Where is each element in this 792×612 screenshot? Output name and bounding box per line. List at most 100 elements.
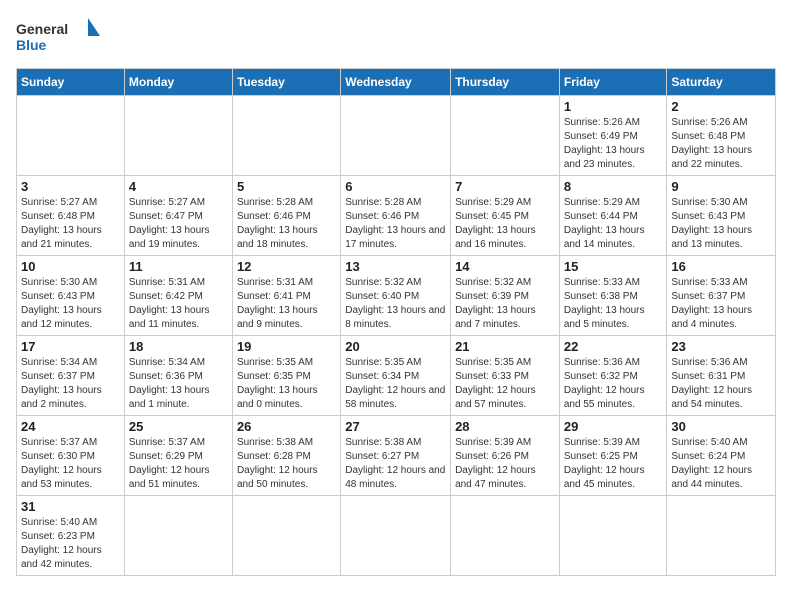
calendar-cell: 21 Sunrise: 5:35 AM Sunset: 6:33 PM Dayli… (451, 336, 560, 416)
calendar-cell: 20 Sunrise: 5:35 AM Sunset: 6:34 PM Dayli… (341, 336, 451, 416)
day-info: Sunrise: 5:36 AM Sunset: 6:31 PM Dayligh… (671, 356, 771, 412)
calendar-cell: 1 Sunrise: 5:26 AM Sunset: 6:49 PM Daylig… (559, 96, 667, 176)
calendar-cell: 24 Sunrise: 5:37 AM Sunset: 6:30 PM Dayli… (17, 416, 125, 496)
day-number: 6 (345, 179, 446, 194)
day-info: Sunrise: 5:36 AM Sunset: 6:32 PM Dayligh… (564, 356, 663, 412)
day-info: Sunrise: 5:32 AM Sunset: 6:39 PM Dayligh… (455, 276, 555, 332)
calendar-cell: 28 Sunrise: 5:39 AM Sunset: 6:26 PM Dayli… (451, 416, 560, 496)
day-number: 28 (455, 419, 555, 434)
calendar-cell: 18 Sunrise: 5:34 AM Sunset: 6:36 PM Dayli… (124, 336, 232, 416)
day-info: Sunrise: 5:30 AM Sunset: 6:43 PM Dayligh… (671, 196, 771, 252)
day-number: 23 (671, 339, 771, 354)
day-info: Sunrise: 5:32 AM Sunset: 6:40 PM Dayligh… (345, 276, 446, 332)
logo: General Blue (16, 16, 106, 56)
calendar-cell: 15Sunrise: 5:33 AM Sunset: 6:38 PM Dayli… (559, 256, 667, 336)
day-number: 11 (129, 259, 228, 274)
day-number: 1 (564, 99, 663, 114)
svg-text:General: General (16, 21, 68, 37)
day-number: 30 (671, 419, 771, 434)
calendar-cell (341, 496, 451, 576)
calendar-cell (124, 96, 232, 176)
calendar-cell: 12Sunrise: 5:31 AM Sunset: 6:41 PM Dayli… (232, 256, 340, 336)
day-number: 25 (129, 419, 228, 434)
calendar-cell: 22 Sunrise: 5:36 AM Sunset: 6:32 PM Dayli… (559, 336, 667, 416)
day-number: 19 (237, 339, 336, 354)
day-info: Sunrise: 5:31 AM Sunset: 6:41 PM Dayligh… (237, 276, 336, 332)
day-number: 5 (237, 179, 336, 194)
calendar-cell: 8 Sunrise: 5:29 AM Sunset: 6:44 PM Daylig… (559, 176, 667, 256)
day-info: Sunrise: 5:40 AM Sunset: 6:23 PM Dayligh… (21, 516, 120, 572)
calendar-cell (667, 496, 776, 576)
calendar-cell (451, 96, 560, 176)
day-info: Sunrise: 5:29 AM Sunset: 6:44 PM Dayligh… (564, 196, 663, 252)
day-info: Sunrise: 5:26 AM Sunset: 6:49 PM Dayligh… (564, 116, 663, 172)
logo-svg: General Blue (16, 16, 106, 56)
calendar-cell: 19 Sunrise: 5:35 AM Sunset: 6:35 PM Dayli… (232, 336, 340, 416)
day-number: 10 (21, 259, 120, 274)
calendar-cell (17, 96, 125, 176)
day-info: Sunrise: 5:34 AM Sunset: 6:37 PM Dayligh… (21, 356, 120, 412)
day-number: 27 (345, 419, 446, 434)
calendar-cell: 11 Sunrise: 5:31 AM Sunset: 6:42 PM Dayli… (124, 256, 232, 336)
calendar-cell (341, 96, 451, 176)
calendar-cell (232, 96, 340, 176)
day-info: Sunrise: 5:37 AM Sunset: 6:30 PM Dayligh… (21, 436, 120, 492)
calendar-cell: 25 Sunrise: 5:37 AM Sunset: 6:29 PM Dayli… (124, 416, 232, 496)
day-number: 26 (237, 419, 336, 434)
day-info: Sunrise: 5:28 AM Sunset: 6:46 PM Dayligh… (345, 196, 446, 252)
calendar-cell: 14Sunrise: 5:32 AM Sunset: 6:39 PM Dayli… (451, 256, 560, 336)
day-number: 4 (129, 179, 228, 194)
day-number: 13 (345, 259, 446, 274)
calendar-cell: 23 Sunrise: 5:36 AM Sunset: 6:31 PM Dayli… (667, 336, 776, 416)
day-info: Sunrise: 5:38 AM Sunset: 6:27 PM Dayligh… (345, 436, 446, 492)
day-number: 15 (564, 259, 663, 274)
day-info: Sunrise: 5:38 AM Sunset: 6:28 PM Dayligh… (237, 436, 336, 492)
day-number: 20 (345, 339, 446, 354)
day-info: Sunrise: 5:30 AM Sunset: 6:43 PM Dayligh… (21, 276, 120, 332)
day-number: 24 (21, 419, 120, 434)
day-info: Sunrise: 5:26 AM Sunset: 6:48 PM Dayligh… (671, 116, 771, 172)
day-number: 17 (21, 339, 120, 354)
calendar-cell: 2 Sunrise: 5:26 AM Sunset: 6:48 PM Daylig… (667, 96, 776, 176)
calendar-cell: 7Sunrise: 5:29 AM Sunset: 6:45 PM Daylig… (451, 176, 560, 256)
col-header-sunday: Sunday (17, 69, 125, 96)
day-info: Sunrise: 5:28 AM Sunset: 6:46 PM Dayligh… (237, 196, 336, 252)
day-number: 9 (671, 179, 771, 194)
svg-text:Blue: Blue (16, 37, 47, 53)
day-number: 21 (455, 339, 555, 354)
calendar-cell (451, 496, 560, 576)
calendar-cell: 26 Sunrise: 5:38 AM Sunset: 6:28 PM Dayli… (232, 416, 340, 496)
day-number: 22 (564, 339, 663, 354)
day-info: Sunrise: 5:27 AM Sunset: 6:48 PM Dayligh… (21, 196, 120, 252)
calendar-cell (124, 496, 232, 576)
col-header-friday: Friday (559, 69, 667, 96)
day-info: Sunrise: 5:33 AM Sunset: 6:37 PM Dayligh… (671, 276, 771, 332)
col-header-wednesday: Wednesday (341, 69, 451, 96)
day-info: Sunrise: 5:37 AM Sunset: 6:29 PM Dayligh… (129, 436, 228, 492)
day-number: 18 (129, 339, 228, 354)
day-info: Sunrise: 5:35 AM Sunset: 6:35 PM Dayligh… (237, 356, 336, 412)
day-number: 2 (671, 99, 771, 114)
col-header-monday: Monday (124, 69, 232, 96)
day-info: Sunrise: 5:39 AM Sunset: 6:26 PM Dayligh… (455, 436, 555, 492)
calendar-cell: 30Sunrise: 5:40 AM Sunset: 6:24 PM Dayli… (667, 416, 776, 496)
col-header-tuesday: Tuesday (232, 69, 340, 96)
calendar-cell: 29Sunrise: 5:39 AM Sunset: 6:25 PM Dayli… (559, 416, 667, 496)
day-info: Sunrise: 5:35 AM Sunset: 6:33 PM Dayligh… (455, 356, 555, 412)
calendar-table: SundayMondayTuesdayWednesdayThursdayFrid… (16, 68, 776, 576)
calendar-cell: 3 Sunrise: 5:27 AM Sunset: 6:48 PM Daylig… (17, 176, 125, 256)
calendar-cell: 13 Sunrise: 5:32 AM Sunset: 6:40 PM Dayli… (341, 256, 451, 336)
calendar-cell: 31Sunrise: 5:40 AM Sunset: 6:23 PM Dayli… (17, 496, 125, 576)
col-header-saturday: Saturday (667, 69, 776, 96)
calendar-cell (232, 496, 340, 576)
day-info: Sunrise: 5:34 AM Sunset: 6:36 PM Dayligh… (129, 356, 228, 412)
calendar-cell: 9 Sunrise: 5:30 AM Sunset: 6:43 PM Daylig… (667, 176, 776, 256)
calendar-cell: 6 Sunrise: 5:28 AM Sunset: 6:46 PM Daylig… (341, 176, 451, 256)
day-number: 8 (564, 179, 663, 194)
day-info: Sunrise: 5:35 AM Sunset: 6:34 PM Dayligh… (345, 356, 446, 412)
calendar-cell (559, 496, 667, 576)
day-info: Sunrise: 5:31 AM Sunset: 6:42 PM Dayligh… (129, 276, 228, 332)
calendar-cell: 27 Sunrise: 5:38 AM Sunset: 6:27 PM Dayli… (341, 416, 451, 496)
day-info: Sunrise: 5:29 AM Sunset: 6:45 PM Dayligh… (455, 196, 555, 252)
day-number: 3 (21, 179, 120, 194)
